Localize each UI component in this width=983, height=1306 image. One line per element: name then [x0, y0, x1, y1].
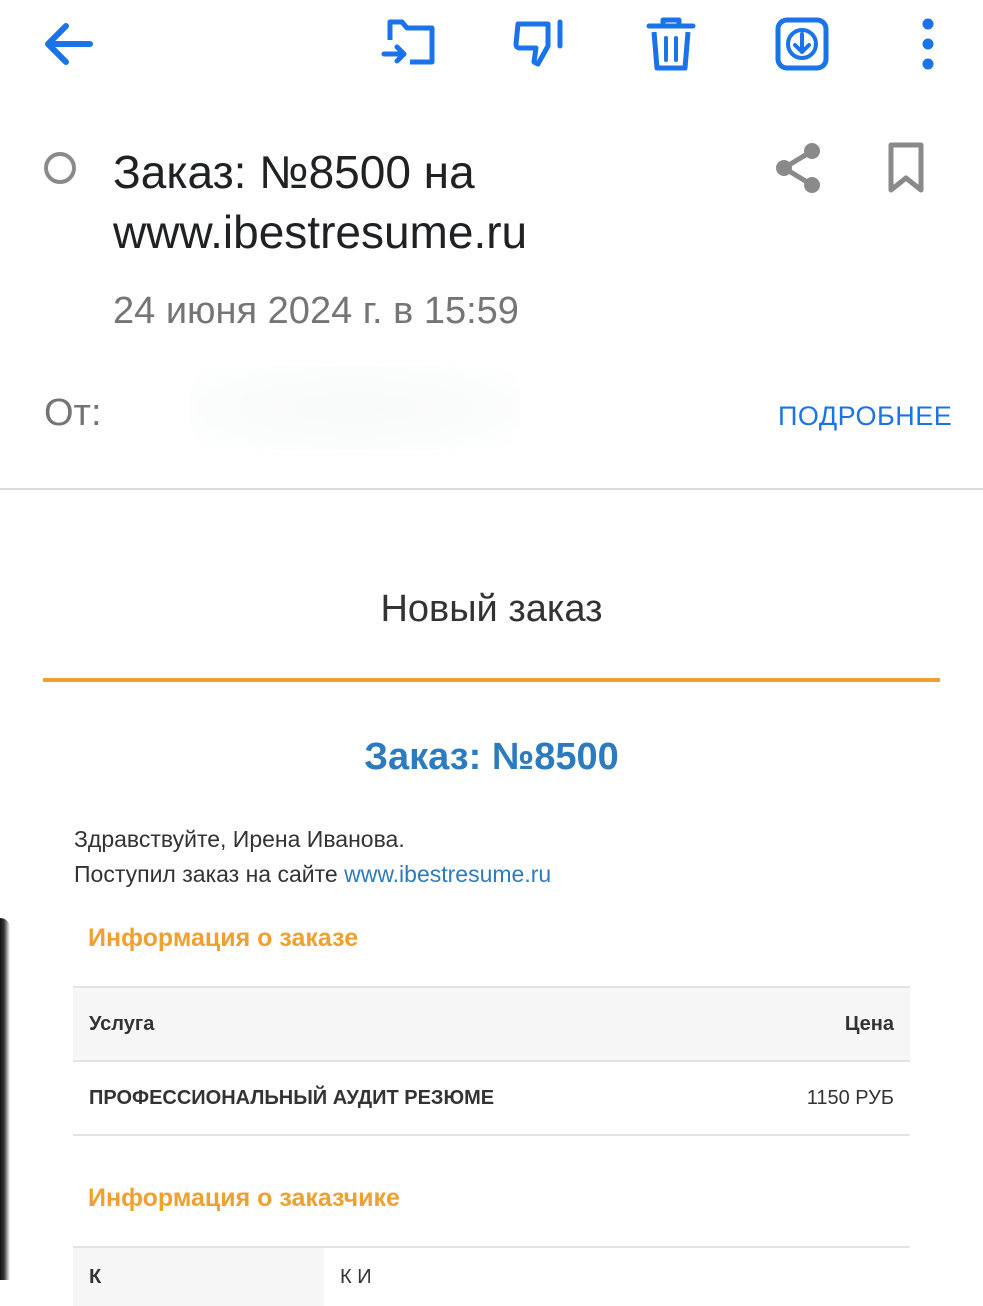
- details-link[interactable]: ПОДРОБНЕЕ: [778, 401, 952, 432]
- delete-button[interactable]: [641, 14, 701, 74]
- move-to-folder-icon: [381, 19, 435, 65]
- more-vert-icon: [922, 18, 934, 70]
- customer-info-title: Информация о заказчике: [88, 1184, 400, 1212]
- greeting-line: Здравствуйте, Ирена Иванова.: [74, 826, 405, 852]
- customer-field-label: К: [89, 1266, 102, 1288]
- column-header-price: Цена: [844, 1012, 894, 1035]
- table-header-row: Услуга Цена: [73, 986, 910, 1060]
- site-link[interactable]: www.ibestresume.ru: [344, 861, 551, 887]
- order-table: Услуга Цена ПРОФЕССИОНАЛЬНЫЙ АУДИТ РЕЗЮМ…: [73, 986, 910, 1136]
- heading-rule: [43, 678, 940, 682]
- greeting-block: Здравствуйте, Ирена Иванова. Поступил за…: [74, 822, 551, 892]
- back-button[interactable]: [38, 14, 98, 74]
- share-button[interactable]: [766, 136, 830, 200]
- customer-field-value: К И: [340, 1266, 372, 1288]
- table-row: ПРОФЕССИОНАЛЬНЫЙ АУДИТ РЕЗЮМЕ 1150 РУБ: [73, 1060, 910, 1136]
- spam-button[interactable]: [510, 14, 570, 74]
- unread-toggle-circle-icon[interactable]: [44, 152, 76, 184]
- email-heading: Новый заказ: [380, 588, 603, 630]
- bookmark-button[interactable]: [874, 136, 938, 200]
- table-row: К К И: [73, 1246, 910, 1306]
- trash-icon: [646, 17, 696, 71]
- header-divider: [0, 488, 983, 490]
- share-icon: [776, 143, 820, 193]
- message-subject: Заказ: №8500 на www.ibestresume.ru: [113, 142, 713, 262]
- download-button[interactable]: [772, 14, 832, 74]
- order-title: Заказ: №8500: [364, 736, 619, 778]
- back-arrow-icon: [45, 23, 93, 65]
- customer-table: К К И: [73, 1246, 910, 1306]
- message-date: 24 июня 2024 г. в 15:59: [113, 290, 519, 332]
- price-cell: 1150 РУБ: [806, 1086, 894, 1109]
- received-prefix: Поступил заказ на сайте: [74, 861, 345, 887]
- order-info-title: Информация о заказе: [88, 924, 359, 952]
- bookmark-icon: [888, 142, 924, 193]
- service-cell: ПРОФЕССИОНАЛЬНЫЙ АУДИТ РЕЗЮМЕ: [89, 1086, 495, 1109]
- more-options-button[interactable]: [898, 14, 958, 74]
- move-to-folder-button[interactable]: [380, 14, 440, 74]
- device-edge: [0, 918, 10, 1280]
- column-header-service: Услуга: [89, 1012, 155, 1035]
- subject-line-1: Заказ: №8500 на: [113, 146, 475, 198]
- thumbs-down-icon: [513, 19, 563, 67]
- from-label: От:: [44, 392, 102, 434]
- download-icon: [775, 17, 829, 71]
- received-line: Поступил заказ на сайте www.ibestresume.…: [74, 857, 551, 892]
- top-toolbar: [0, 0, 983, 90]
- subject-line-2: www.ibestresume.ru: [113, 206, 528, 258]
- sender-redacted: [190, 366, 520, 450]
